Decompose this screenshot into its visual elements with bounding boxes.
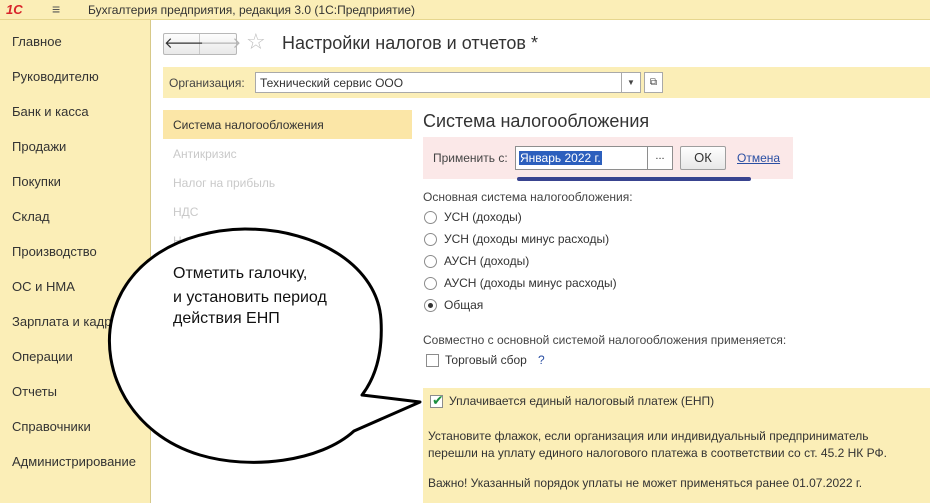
sidebar-item-manager[interactable]: Руководителю bbox=[12, 69, 99, 84]
radio-usn-income[interactable] bbox=[424, 211, 437, 224]
organization-label: Организация: bbox=[169, 76, 245, 90]
ok-button[interactable]: ОК bbox=[680, 146, 726, 170]
main-system-label: Основная система налогообложения: bbox=[423, 190, 633, 204]
callout-line-1: Отметить галочку, bbox=[173, 265, 308, 282]
section-profit-tax[interactable]: Налог на прибыль bbox=[173, 176, 275, 190]
radio-label-usn-income: УСН (доходы) bbox=[444, 210, 522, 224]
sidebar-item-reports[interactable]: Отчеты bbox=[12, 384, 57, 399]
radio-usn-income-expense[interactable] bbox=[424, 233, 437, 246]
sidebar-item-sales[interactable]: Продажи bbox=[12, 139, 66, 154]
sidebar-item-purchases[interactable]: Покупки bbox=[12, 174, 61, 189]
sidebar-item-payroll[interactable]: Зарплата и кадры bbox=[12, 314, 121, 329]
sidebar-item-warehouse[interactable]: Склад bbox=[12, 209, 50, 224]
dropdown-arrow-icon[interactable]: ▼ bbox=[622, 72, 641, 93]
page-title: Настройки налогов и отчетов * bbox=[282, 33, 538, 53]
sidebar-item-admin[interactable]: Администрирование bbox=[12, 454, 136, 469]
trade-fee-checkbox[interactable] bbox=[426, 354, 439, 367]
radio-ausn-income[interactable] bbox=[424, 255, 437, 268]
sidebar-item-bank[interactable]: Банк и касса bbox=[12, 104, 89, 119]
sidebar-item-production[interactable]: Производство bbox=[12, 244, 97, 259]
enp-warning: Важно! Указанный порядок уплаты не может… bbox=[428, 476, 863, 490]
sidebar-item-catalogs[interactable]: Справочники bbox=[12, 419, 91, 434]
radio-label-general: Общая bbox=[444, 298, 484, 312]
sidebar-item-assets[interactable]: ОС и НМА bbox=[12, 279, 75, 294]
cancel-link[interactable]: Отмена bbox=[737, 151, 780, 165]
favorite-star-icon[interactable]: ☆ bbox=[246, 29, 266, 55]
section-vat[interactable]: НДС bbox=[173, 205, 198, 219]
apply-date-value: Январь 2022 г. bbox=[519, 151, 602, 165]
apply-from-label: Применить с: bbox=[433, 151, 508, 165]
1c-logo: 1С bbox=[6, 2, 23, 17]
date-select-button[interactable]: ... bbox=[648, 146, 673, 170]
apply-date-field[interactable]: Январь 2022 г. bbox=[515, 146, 648, 170]
section-tax-system[interactable]: Система налогообложения bbox=[173, 118, 324, 132]
open-icon[interactable]: ⧉ bbox=[644, 72, 663, 93]
radio-ausn-income-expense[interactable] bbox=[424, 277, 437, 290]
organization-field[interactable]: Технический сервис ООО bbox=[255, 72, 622, 93]
sidebar-item-main[interactable]: Главное bbox=[12, 34, 62, 49]
menu-icon[interactable]: ≡ bbox=[52, 2, 66, 16]
enp-checkbox[interactable]: ✔ bbox=[430, 392, 444, 408]
enp-checkbox-label: Уплачивается единый налоговый платеж (ЕН… bbox=[449, 394, 715, 408]
title-bar: 1С ≡ Бухгалтерия предприятия, редакция 3… bbox=[0, 0, 930, 20]
enp-hint-line1: Установите флажок, если организация или … bbox=[428, 429, 869, 443]
callout-line-2: и установить период bbox=[173, 289, 327, 306]
section-anticrisis[interactable]: Антикризис bbox=[173, 147, 237, 161]
checkmark-icon: ✔ bbox=[432, 392, 444, 408]
radio-label-ausn-income: АУСН (доходы) bbox=[444, 254, 530, 268]
trade-fee-label: Торговый сбор bbox=[445, 353, 527, 367]
navigation-buttons: 🡐 🡒 bbox=[163, 33, 241, 55]
forward-arrow-icon[interactable]: 🡒 bbox=[201, 34, 241, 54]
sidebar-item-operations[interactable]: Операции bbox=[12, 349, 73, 364]
highlight-underline bbox=[517, 177, 751, 181]
back-arrow-icon[interactable]: 🡐 bbox=[164, 34, 204, 54]
help-icon[interactable]: ? bbox=[538, 353, 545, 367]
radio-label-usn-income-expense: УСН (доходы минус расходы) bbox=[444, 232, 610, 246]
section-title: Система налогообложения bbox=[423, 111, 650, 131]
combined-systems-label: Совместно с основной системой налогообло… bbox=[423, 333, 787, 347]
section-property-tax[interactable]: Налог на имущество bbox=[173, 234, 288, 248]
enp-hint-line2: перешли на уплату единого налогового пла… bbox=[428, 446, 887, 460]
app-title: Бухгалтерия предприятия, редакция 3.0 (1… bbox=[88, 3, 416, 17]
callout-line-3: действия ЕНП bbox=[173, 310, 280, 327]
radio-label-ausn-income-expense: АУСН (доходы минус расходы) bbox=[444, 276, 617, 290]
radio-general[interactable] bbox=[424, 299, 437, 312]
